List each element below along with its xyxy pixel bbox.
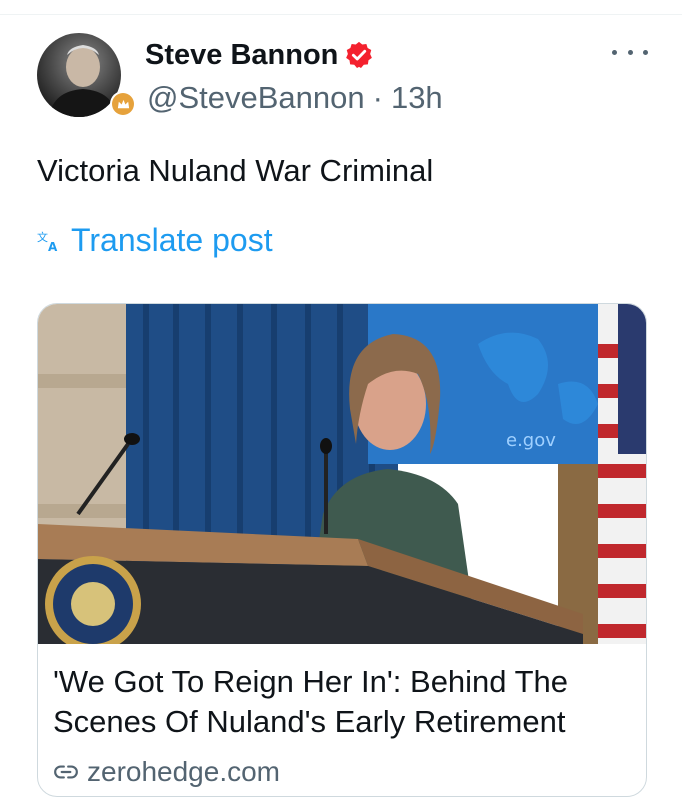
translate-post-button[interactable]: 文 A Translate post [37,222,273,259]
display-name[interactable]: Steve Bannon [145,36,338,74]
link-icon [54,765,78,779]
card-image[interactable]: e.gov [38,304,646,644]
more-options-button[interactable] [612,42,648,62]
separator-dot: · [372,80,383,115]
verified-badge-icon [346,41,373,68]
translate-icon: 文 A [37,230,58,253]
svg-text:文: 文 [37,230,48,244]
screen-sign-text: e.gov [506,430,556,451]
card-title[interactable]: 'We Got To Reign Her In': Behind The Sce… [53,662,638,742]
more-dot-icon [612,49,617,55]
crown-badge-icon [110,91,136,117]
post-text: Victoria Nuland War Criminal [37,153,434,188]
translate-label: Translate post [71,222,273,258]
handle[interactable]: @SteveBannon [147,79,365,117]
svg-text:A: A [48,240,58,253]
top-divider [0,0,682,15]
card-domain: zerohedge.com [87,756,281,787]
card-domain-row[interactable]: zerohedge.com [53,756,280,788]
timestamp[interactable]: 13h [391,79,443,117]
more-dot-icon [643,49,648,55]
avatar[interactable] [37,33,121,117]
more-dot-icon [627,49,633,55]
link-card[interactable]: e.gov 'We Got To Reign Her In': Behind T… [37,303,647,797]
